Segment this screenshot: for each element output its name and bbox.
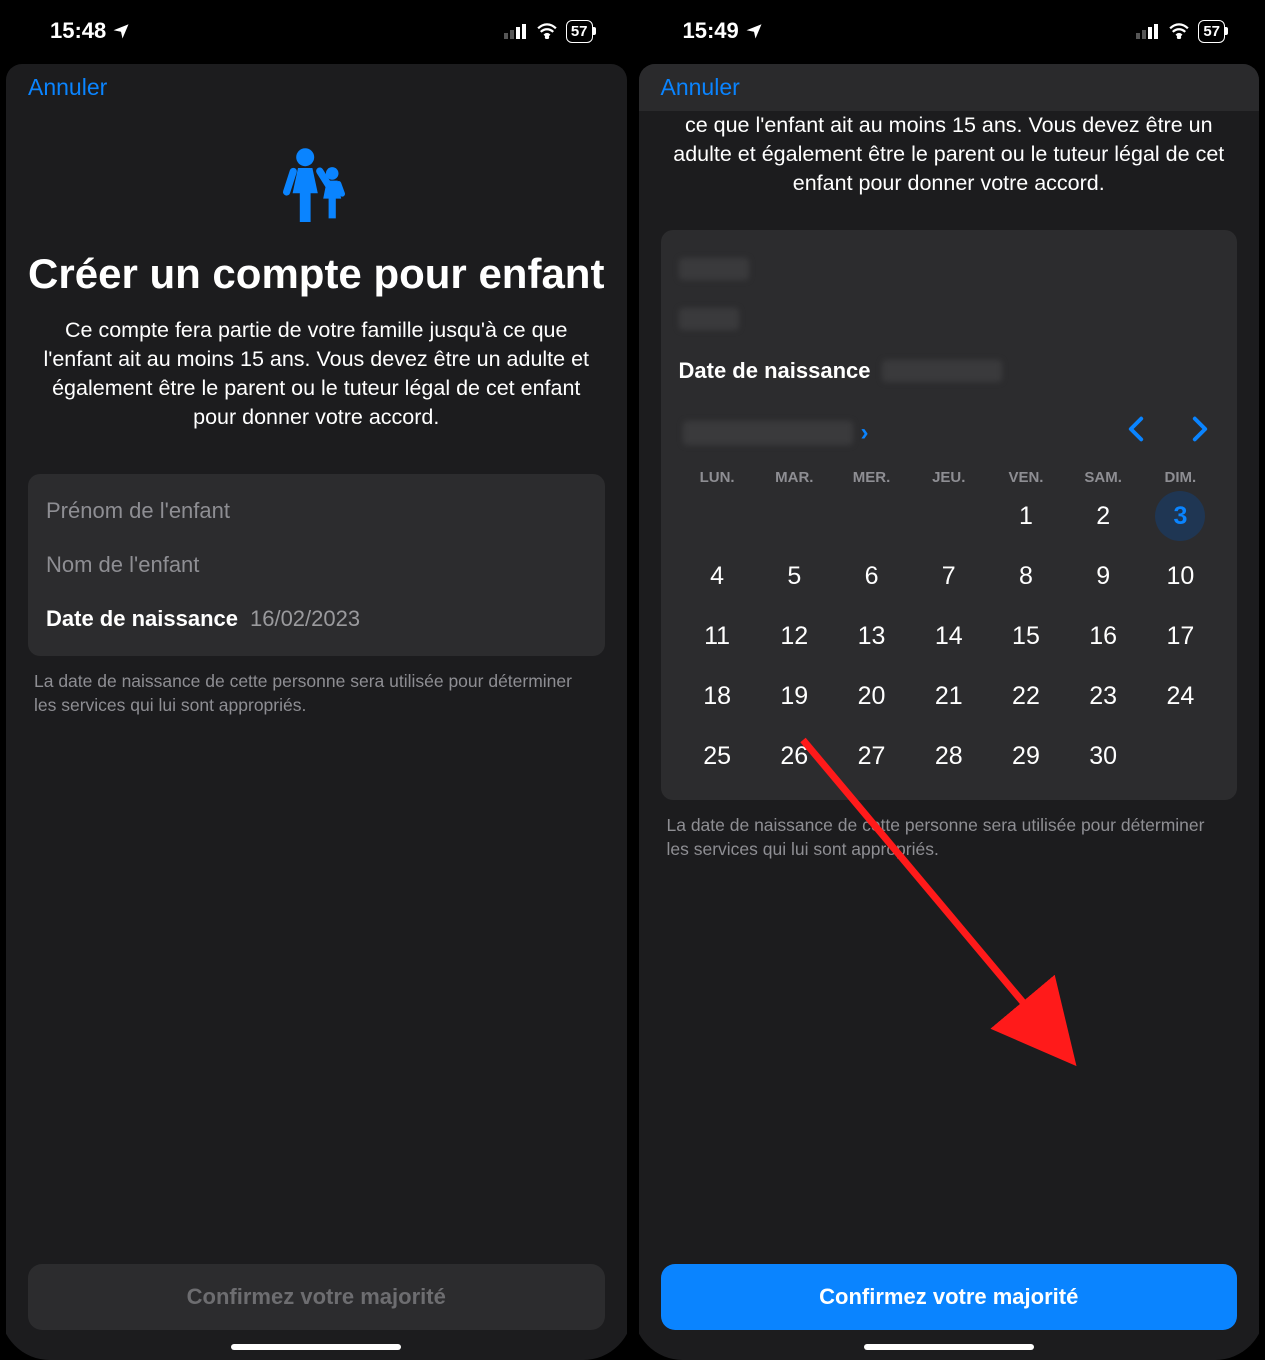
- modal-sheet: Annuler Créer un compte pour enfant Ce c…: [6, 64, 627, 1360]
- calendar-day[interactable]: 30: [1065, 726, 1142, 786]
- confirm-button[interactable]: Confirmez votre majorité: [661, 1264, 1238, 1330]
- calendar-day[interactable]: 3: [1142, 486, 1219, 546]
- calendar-day[interactable]: 29: [987, 726, 1064, 786]
- next-month-button[interactable]: [1185, 416, 1215, 449]
- helper-text: La date de naissance de cette personne s…: [661, 814, 1238, 861]
- cancel-button[interactable]: Annuler: [6, 64, 627, 111]
- calendar-day[interactable]: 7: [910, 546, 987, 606]
- dob-field[interactable]: Date de naissance xx/xx/xxxx: [679, 344, 1220, 398]
- weekday-row: LUN.MAR.MER.JEU.VEN.SAM.DIM.: [679, 469, 1220, 486]
- calendar-day[interactable]: 20: [833, 666, 910, 726]
- calendar-day[interactable]: 25: [679, 726, 756, 786]
- firstname-field[interactable]: Prénom de l'enfant: [46, 484, 587, 538]
- calendar-day[interactable]: 23: [1065, 666, 1142, 726]
- firstname-field[interactable]: xxxxx: [679, 244, 1220, 294]
- calendar-day: [679, 486, 756, 546]
- weekday-label: VEN.: [987, 469, 1064, 486]
- calendar-day[interactable]: 26: [756, 726, 833, 786]
- weekday-label: DIM.: [1142, 469, 1219, 486]
- dob-field[interactable]: Date de naissance 16/02/2023: [46, 592, 587, 646]
- form-group: xxxxx xxxx Date de naissance xx/xx/xxxx …: [661, 230, 1238, 800]
- calendar-day[interactable]: 11: [679, 606, 756, 666]
- calendar-day[interactable]: 16: [1065, 606, 1142, 666]
- calendar-day[interactable]: 5: [756, 546, 833, 606]
- month-selector[interactable]: Month YYYY ›: [683, 419, 869, 447]
- calendar-day: [1142, 726, 1219, 786]
- modal-sheet: Annuler ce que l'enfant ait au moins 15 …: [639, 64, 1260, 1360]
- calendar-day[interactable]: 14: [910, 606, 987, 666]
- prev-month-button[interactable]: [1121, 416, 1151, 449]
- page-subtitle: Ce compte fera partie de votre famille j…: [28, 316, 605, 432]
- family-icon: [28, 141, 605, 236]
- home-indicator[interactable]: [231, 1344, 401, 1350]
- calendar-day: [910, 486, 987, 546]
- calendar-grid: 1234567891011121314151617181920212223242…: [679, 486, 1220, 786]
- calendar-day[interactable]: 1: [987, 486, 1064, 546]
- signal-icon: [504, 23, 528, 39]
- confirm-button[interactable]: Confirmez votre majorité: [28, 1264, 605, 1330]
- weekday-label: MAR.: [756, 469, 833, 486]
- helper-text: La date de naissance de cette personne s…: [28, 670, 605, 717]
- calendar-day[interactable]: 4: [679, 546, 756, 606]
- page-title: Créer un compte pour enfant: [28, 250, 605, 298]
- battery-icon: 57: [566, 20, 593, 43]
- status-time: 15:49: [683, 18, 739, 44]
- calendar-day[interactable]: 21: [910, 666, 987, 726]
- calendar-day[interactable]: 10: [1142, 546, 1219, 606]
- calendar-day[interactable]: 17: [1142, 606, 1219, 666]
- status-time: 15:48: [50, 18, 106, 44]
- calendar-day[interactable]: 24: [1142, 666, 1219, 726]
- calendar-day[interactable]: 13: [833, 606, 910, 666]
- wifi-icon: [536, 23, 558, 39]
- calendar-day[interactable]: 8: [987, 546, 1064, 606]
- phone-screen-right: 15:49 57 Annuler ce que l'enfant ait au …: [633, 0, 1265, 1360]
- status-bar: 15:48 57: [0, 0, 633, 54]
- weekday-label: MER.: [833, 469, 910, 486]
- status-bar: 15:49 57: [633, 0, 1265, 54]
- phone-screen-left: 15:48 57 Annuler: [0, 0, 633, 1360]
- calendar-day: [833, 486, 910, 546]
- weekday-label: LUN.: [679, 469, 756, 486]
- battery-icon: 57: [1198, 20, 1225, 43]
- calendar-day[interactable]: 28: [910, 726, 987, 786]
- cancel-button[interactable]: Annuler: [639, 64, 762, 111]
- calendar-day[interactable]: 22: [987, 666, 1064, 726]
- form-group: Prénom de l'enfant Nom de l'enfant Date …: [28, 474, 605, 656]
- weekday-label: SAM.: [1065, 469, 1142, 486]
- location-icon: [745, 22, 763, 40]
- signal-icon: [1136, 23, 1160, 39]
- location-icon: [112, 22, 130, 40]
- calendar-day[interactable]: 2: [1065, 486, 1142, 546]
- calendar-day[interactable]: 9: [1065, 546, 1142, 606]
- calendar-day[interactable]: 18: [679, 666, 756, 726]
- calendar-day[interactable]: 15: [987, 606, 1064, 666]
- chevron-right-icon: ›: [861, 419, 869, 447]
- wifi-icon: [1168, 23, 1190, 39]
- calendar-day: [756, 486, 833, 546]
- calendar-day[interactable]: 19: [756, 666, 833, 726]
- home-indicator[interactable]: [864, 1344, 1034, 1350]
- lastname-field[interactable]: xxxx: [679, 294, 1220, 344]
- calendar-day[interactable]: 12: [756, 606, 833, 666]
- lastname-field[interactable]: Nom de l'enfant: [46, 538, 587, 592]
- calendar-day[interactable]: 27: [833, 726, 910, 786]
- calendar-day[interactable]: 6: [833, 546, 910, 606]
- weekday-label: JEU.: [910, 469, 987, 486]
- page-subtitle-partial: ce que l'enfant ait au moins 15 ans. Vou…: [661, 111, 1238, 198]
